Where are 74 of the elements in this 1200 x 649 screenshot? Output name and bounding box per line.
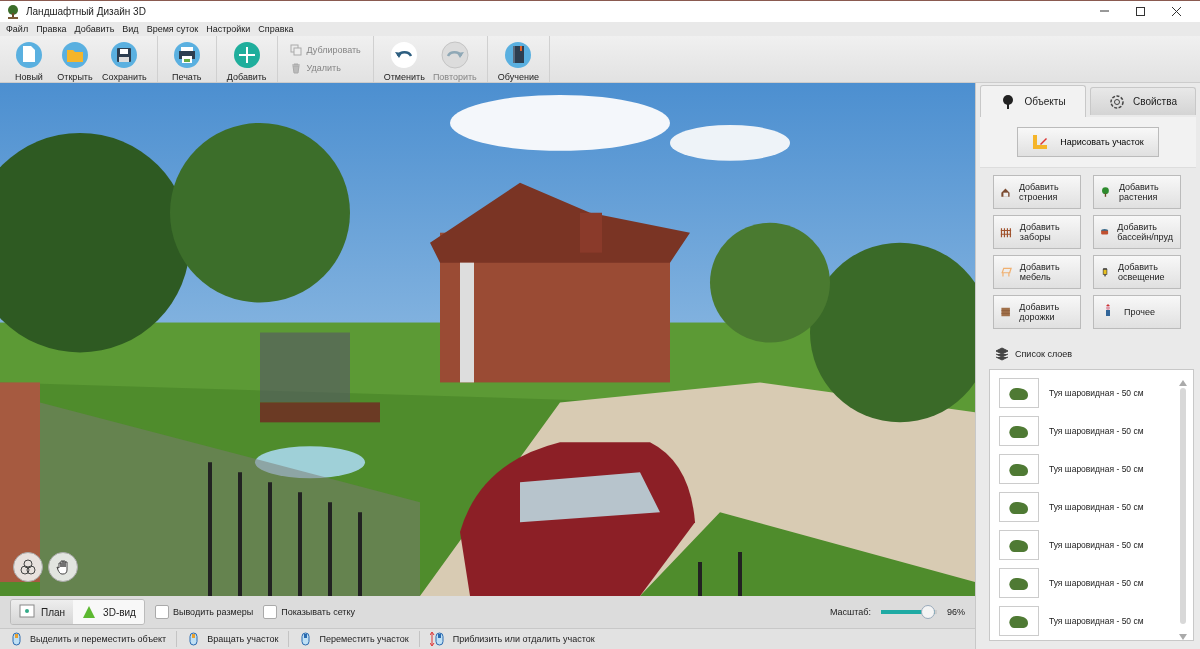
view-mode-tab[interactable]: 3D-вид <box>73 600 144 624</box>
toolbar-button[interactable]: Добавить <box>222 36 271 82</box>
copy-icon <box>289 44 302 56</box>
menu-item[interactable]: Правка <box>32 22 71 36</box>
checkbox-label: Показывать сетку <box>281 607 355 617</box>
checkbox-label: Выводить размеры <box>172 607 254 617</box>
menu-item[interactable]: Справка <box>254 22 298 36</box>
trash-icon <box>289 62 302 74</box>
close-icon[interactable] <box>1170 6 1182 17</box>
add-category-button[interactable]: Добавить освещение <box>1093 255 1181 289</box>
toolbar-button[interactable]: Открыть <box>52 36 98 82</box>
panel-tab[interactable]: Объекты <box>980 85 1086 117</box>
layer-item[interactable]: Туя шаровидная - 50 см <box>1049 578 1144 588</box>
panel-tab[interactable]: Свойства <box>1090 87 1196 115</box>
scrollbar[interactable] <box>1179 380 1187 640</box>
add-category-button[interactable]: Добавить мебель <box>993 255 1081 289</box>
status-hint: Приблизить или отдалить участок <box>452 634 595 644</box>
folder-icon <box>60 40 90 70</box>
mouse-icon <box>299 631 312 647</box>
toolbar-button[interactable]: Печать <box>163 36 210 82</box>
menu-item[interactable]: Время суток <box>142 22 203 36</box>
tree-icon <box>1100 184 1111 200</box>
status-hint: Вращать участок <box>207 634 279 644</box>
three-circles-icon <box>20 559 36 575</box>
checkbox[interactable] <box>263 605 278 619</box>
add-category-button[interactable]: Добавить растения <box>1093 175 1181 209</box>
add-category-button[interactable]: Добавить бассейн/пруд <box>1093 215 1181 249</box>
hand-icon <box>55 559 71 575</box>
document-icon <box>14 40 44 70</box>
app-logo-icon <box>6 4 20 19</box>
status-hint: Переместить участок <box>319 634 409 644</box>
toolbar-button[interactable]: Сохранить <box>98 36 151 82</box>
window-title: Ландшафтный Дизайн 3D <box>26 6 146 17</box>
ruler-pencil-icon <box>1032 134 1049 150</box>
maximize-icon[interactable] <box>1134 6 1146 17</box>
down-arrow-icon <box>1179 634 1187 640</box>
layer-item[interactable]: Туя шаровидная - 50 см <box>1049 540 1144 550</box>
menu-item[interactable]: Настройки <box>202 22 255 36</box>
layer-item[interactable]: Туя шаровидная - 50 см <box>1049 464 1144 474</box>
menu-item[interactable]: Вид <box>118 22 143 36</box>
add-category-button[interactable]: Добавить дорожки <box>993 295 1081 329</box>
layer-item[interactable]: Туя шаровидная - 50 см <box>1049 616 1144 626</box>
floppy-disk-icon <box>109 40 140 70</box>
layer-item[interactable]: Туя шаровидная - 50 см <box>1049 426 1144 436</box>
book-icon <box>503 40 534 70</box>
undo-icon <box>389 40 420 70</box>
add-category-button[interactable]: Добавить заборы <box>993 215 1081 249</box>
lawn-icon <box>81 604 98 620</box>
add-category-button[interactable]: Прочее <box>1093 295 1181 329</box>
checkbox[interactable] <box>154 605 169 619</box>
zoom-label: Масштаб: <box>829 607 871 617</box>
plan-icon <box>19 604 35 620</box>
printer-icon <box>171 40 202 70</box>
add-category-button[interactable]: Добавить строения <box>993 175 1081 209</box>
layer-item[interactable]: Туя шаровидная - 50 см <box>1049 502 1144 512</box>
layers-icon <box>995 347 1009 361</box>
mouse-icon <box>429 631 445 647</box>
layers-title: Список слоев <box>1015 349 1073 359</box>
mouse-icon <box>187 631 200 647</box>
view-mode-tab[interactable]: План <box>11 600 74 624</box>
mouse-icon <box>10 631 22 647</box>
draw-plot-button[interactable]: Нарисовать участок <box>1017 127 1159 157</box>
layer-item[interactable]: Туя шаровидная - 50 см <box>1049 388 1144 398</box>
menu-item[interactable]: Добавить <box>70 22 119 36</box>
zoom-reading: 96% <box>947 607 965 617</box>
menu-item[interactable]: Файл <box>2 22 33 36</box>
up-arrow-icon <box>1179 380 1187 386</box>
settings-icon <box>1109 93 1126 110</box>
toolbar-button[interactable]: Обучение <box>493 36 543 82</box>
plus-icon <box>231 40 262 70</box>
toolbar-button[interactable]: Новый <box>6 36 52 82</box>
redo-icon <box>439 40 470 70</box>
toolbar-button[interactable]: Отменить <box>379 36 429 82</box>
status-hint: Выделить и переместить объект <box>30 634 167 644</box>
